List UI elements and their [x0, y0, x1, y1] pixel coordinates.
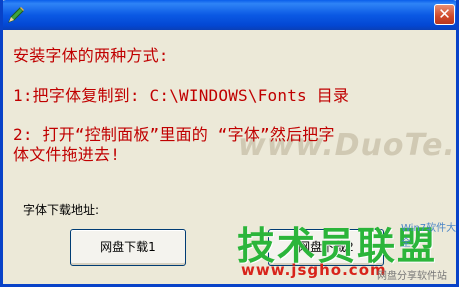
download-label: 字体下载地址: — [23, 203, 100, 217]
logo-url-text: www.jsgho.com — [241, 261, 387, 279]
close-icon: ✕ — [438, 5, 451, 23]
title-bar[interactable]: ✕ — [3, 0, 456, 30]
instruction-step-1: 1:把字体复制到: C:\WINDOWS\Fonts 目录 — [13, 86, 350, 105]
instruction-heading: 安装字体的两种方式: — [13, 46, 169, 65]
close-button[interactable]: ✕ — [434, 4, 455, 25]
instruction-step-2-line2: 体文件拖进去! — [13, 145, 121, 164]
pen-icon — [8, 7, 24, 23]
dialog-window: ✕ www.DuoTe.com 安装字体的两种方式: 1:把字体复制到: C:\… — [0, 0, 459, 287]
logo-small-top-text: Win7软件大全 — [401, 223, 457, 249]
logo-small-bottom-text: 网盘分享软件站 — [377, 271, 447, 282]
overlay-logo: 技术员联盟 Win7软件大全 www.jsgho.com 网盘分享软件站 — [231, 213, 457, 284]
download-button-1[interactable]: 网盘下载1 — [70, 229, 186, 266]
